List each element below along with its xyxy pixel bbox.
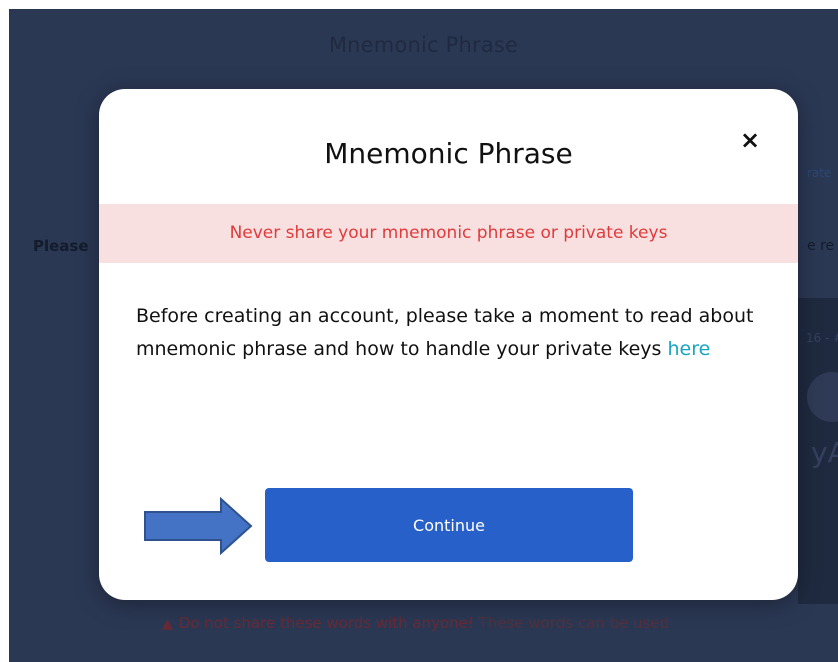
warning-triangle-icon: ▲ — [162, 616, 173, 632]
background-instruction-text: Please — [33, 237, 89, 255]
background-card-text: 16 - # — [806, 331, 838, 345]
modal-body-copy: Before creating an account, please take … — [136, 305, 754, 360]
annotation-arrow-shape — [144, 497, 253, 555]
arrow-right-icon — [144, 497, 253, 555]
read-more-link[interactable]: here — [667, 338, 710, 360]
background-bottom-warning-rest: These words can be used — [473, 614, 670, 632]
background-bottom-warning-strong: Do not share these words with anyone! — [178, 614, 474, 632]
continue-button[interactable]: Continue — [265, 488, 633, 562]
modal-title: Mnemonic Phrase — [324, 137, 573, 170]
background-page-title: Mnemonic Phrase — [328, 33, 519, 57]
modal-body-text: Before creating an account, please take … — [136, 300, 766, 366]
background-bottom-warning: ▲ Do not share these words with anyone! T… — [162, 614, 669, 632]
close-icon[interactable]: × — [735, 125, 765, 155]
background-logo-text: yA — [811, 436, 838, 469]
background-generate-link: rate — [807, 166, 832, 180]
background-instruction-tail: e re — [807, 238, 835, 254]
warning-banner: Never share your mnemonic phrase or priv… — [99, 204, 798, 263]
